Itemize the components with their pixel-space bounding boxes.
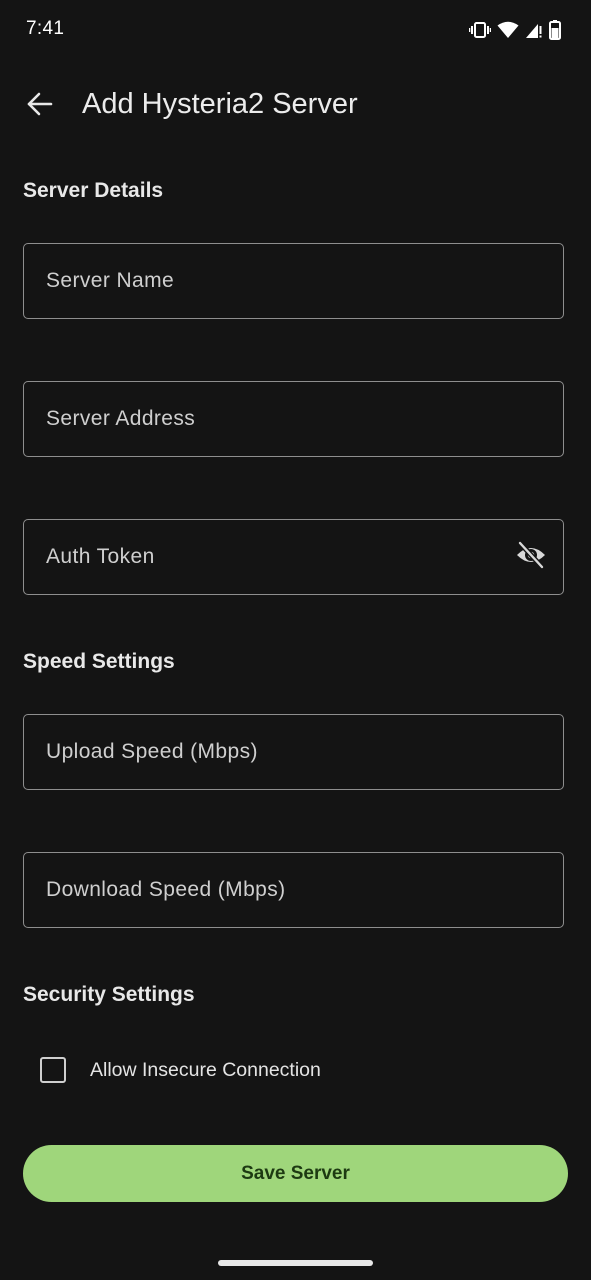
cell-signal-icon: [525, 21, 543, 39]
password-visibility-toggle[interactable]: [513, 539, 549, 575]
wifi-icon: [497, 21, 519, 39]
server-address-placeholder: Server Address: [46, 407, 196, 430]
vibrate-icon: [469, 21, 491, 39]
section-title-security-settings: Security Settings: [23, 983, 195, 1006]
visibility-off-icon: [515, 540, 547, 574]
app-bar: Add Hysteria2 Server: [0, 68, 591, 144]
home-indicator[interactable]: [218, 1260, 373, 1266]
auth-token-placeholder: Auth Token: [46, 545, 155, 568]
server-address-field[interactable]: Server Address: [23, 381, 564, 457]
status-bar: 7:41: [0, 0, 591, 60]
battery-icon: [549, 20, 561, 40]
allow-insecure-row[interactable]: Allow Insecure Connection: [40, 1052, 321, 1088]
download-speed-placeholder: Download Speed (Mbps): [46, 878, 286, 901]
arrow-back-icon: [27, 92, 53, 121]
server-name-placeholder: Server Name: [46, 269, 175, 292]
download-speed-field[interactable]: Download Speed (Mbps): [23, 852, 564, 928]
save-server-button-label: Save Server: [241, 1162, 350, 1184]
upload-speed-placeholder: Upload Speed (Mbps): [46, 740, 258, 763]
server-name-field[interactable]: Server Name: [23, 243, 564, 319]
save-server-button[interactable]: Save Server: [23, 1145, 568, 1202]
upload-speed-field[interactable]: Upload Speed (Mbps): [23, 714, 564, 790]
status-icons: [469, 19, 561, 41]
auth-token-field[interactable]: Auth Token: [23, 519, 564, 595]
section-title-speed-settings: Speed Settings: [23, 650, 175, 673]
section-title-server-details: Server Details: [23, 179, 164, 202]
back-button[interactable]: [16, 82, 64, 130]
allow-insecure-label: Allow Insecure Connection: [90, 1058, 321, 1081]
status-time: 7:41: [26, 18, 65, 39]
page-title: Add Hysteria2 Server: [82, 88, 358, 120]
allow-insecure-checkbox[interactable]: [40, 1057, 66, 1083]
